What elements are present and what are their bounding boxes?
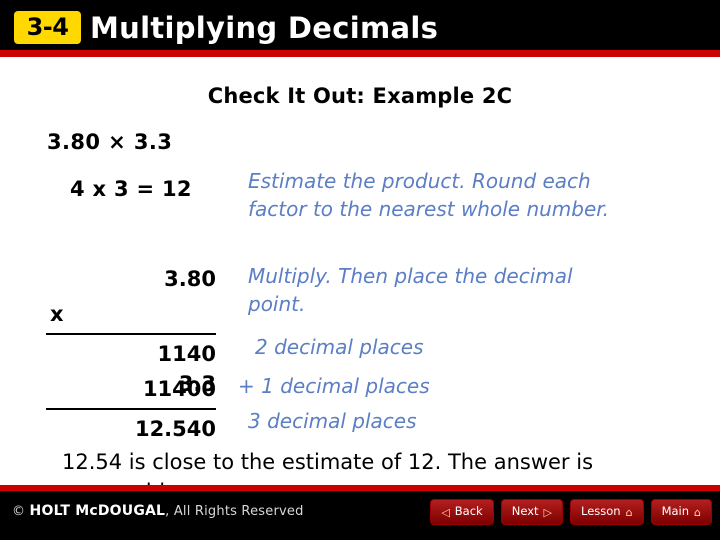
navigation-buttons: ◁ Back Next ▷ Lesson ⌂ Main ⌂: [430, 499, 712, 525]
next-button[interactable]: Next ▷: [500, 499, 563, 525]
footer-red-stripe: [0, 485, 720, 491]
publisher-brand: HOLT McDOUGAL: [29, 503, 166, 519]
calc-row-partial2: 11400: [46, 372, 216, 410]
explanation-decimal-places-2: + 1 decimal places: [238, 374, 430, 398]
back-button[interactable]: ◁ Back: [430, 499, 494, 525]
explanation-decimal-places-3: 3 decimal places: [248, 409, 417, 433]
lesson-button[interactable]: Lesson ⌂: [569, 499, 644, 525]
calc-row-factor1: 3.80: [164, 267, 216, 291]
explanation-decimal-places-1: 2 decimal places: [255, 335, 424, 359]
back-button-label: Back: [454, 504, 483, 519]
copyright-notice: © HOLT McDOUGAL, All Rights Reserved: [12, 503, 304, 519]
lesson-home-icon: ⌂: [625, 505, 633, 519]
problem-expression: 3.80 × 3.3: [47, 130, 173, 154]
slide-subtitle: Check It Out: Example 2C: [207, 84, 513, 108]
lesson-button-label: Lesson: [580, 504, 621, 519]
calc-row-partial1: 1140: [157, 342, 216, 366]
main-button-label: Main: [661, 504, 690, 519]
slide-header: 3-4 Multiplying Decimals: [0, 0, 720, 57]
estimate-equation: 4 x 3 = 12: [70, 177, 192, 201]
copyright-suffix: , All Rights Reserved: [165, 504, 304, 519]
back-arrow-icon: ◁: [441, 505, 450, 519]
slide-footer: © HOLT McDOUGAL, All Rights Reserved ◁ B…: [0, 485, 720, 540]
next-arrow-icon: ▷: [543, 505, 552, 519]
calc-row-product: 12.540: [134, 417, 216, 441]
next-button-label: Next: [511, 504, 539, 519]
main-button[interactable]: Main ⌂: [650, 499, 712, 525]
main-home-icon: ⌂: [694, 505, 701, 519]
lesson-title: Multiplying Decimals: [90, 11, 439, 45]
lesson-number-badge: 3-4: [14, 11, 81, 44]
calc-row-factor2: x 3.3: [46, 297, 216, 396]
header-red-stripe: [0, 50, 720, 57]
explanation-estimate: Estimate the product. Round each factor …: [248, 169, 610, 221]
slide-body: Check It Out: Example 2C 3.80 × 3.3 4 x …: [0, 57, 720, 504]
multiplication-operator: x: [50, 302, 64, 326]
vertical-calculation: 3.80 x 3.3 1140 11400 12.540: [46, 262, 216, 447]
explanation-multiply: Multiply. Then place the decimal point.: [248, 264, 573, 316]
copyright-prefix: ©: [12, 504, 30, 519]
